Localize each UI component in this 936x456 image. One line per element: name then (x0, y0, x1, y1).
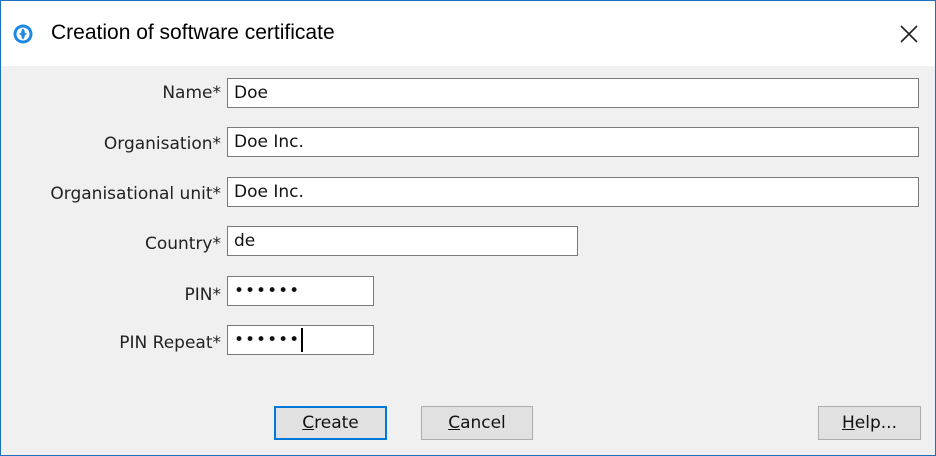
close-icon[interactable] (897, 22, 921, 46)
pin-field[interactable] (227, 276, 374, 306)
org-unit-field[interactable] (227, 177, 919, 207)
create-label: reate (314, 413, 359, 433)
name-label: Name* (162, 83, 221, 103)
pin-repeat-label: PIN Repeat* (119, 333, 221, 353)
title-bar: Creation of software certificate (1, 1, 935, 66)
help-label: elp... (854, 413, 897, 433)
country-label: Country* (144, 234, 221, 254)
country-field[interactable] (227, 226, 578, 256)
cancel-button[interactable]: Cancel (421, 406, 533, 440)
text-caret (301, 328, 303, 352)
org-unit-label: Organisational unit* (50, 184, 221, 204)
cancel-mnemonic: C (448, 413, 461, 433)
cancel-label: ancel (460, 413, 506, 433)
certificate-dialog: Creation of software certificate Name* O… (0, 0, 936, 456)
pin-label: PIN* (184, 285, 221, 305)
name-field[interactable] (227, 78, 919, 108)
create-button[interactable]: Create (274, 406, 387, 440)
help-button[interactable]: Help... (818, 406, 921, 440)
create-mnemonic: C (302, 413, 315, 433)
app-globe-icon (13, 24, 33, 44)
help-mnemonic: H (842, 413, 855, 433)
window-title: Creation of software certificate (51, 21, 335, 44)
organisation-field[interactable] (227, 127, 919, 157)
organisation-label: Organisation* (103, 134, 221, 154)
